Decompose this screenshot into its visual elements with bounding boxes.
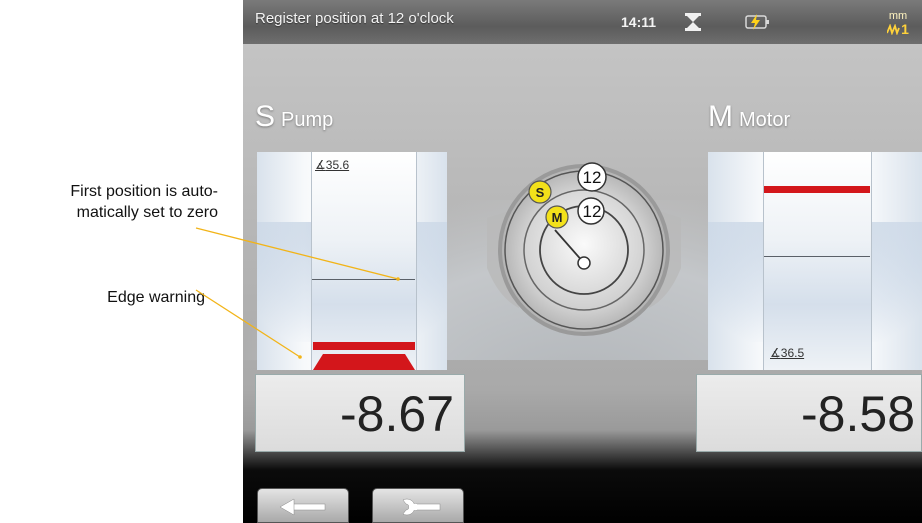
annotation-first-position-line1: First position is auto- xyxy=(70,183,218,200)
motor-letter: M xyxy=(708,100,733,133)
gauge-center-column xyxy=(763,152,872,370)
edge-warning-trapezoid xyxy=(313,354,415,370)
pump-label: S Pump xyxy=(255,100,333,134)
pump-gauge: ∡35.6 xyxy=(257,152,447,370)
wave-icon xyxy=(886,23,900,36)
s-marker: S xyxy=(536,185,545,200)
status-bar: Register position at 12 o'clock 14:11 mm… xyxy=(243,0,922,44)
annotation-first-position-line2: matically set to zero xyxy=(76,204,218,221)
pump-angle: ∡35.6 xyxy=(315,158,350,172)
hourglass-icon[interactable] xyxy=(683,12,703,37)
battery-charging-icon xyxy=(745,12,771,37)
dial-12-inner: 12 xyxy=(583,202,602,221)
motor-label: M Motor xyxy=(708,100,790,134)
dial-12-top: 12 xyxy=(583,168,602,187)
edge-warning-bar xyxy=(313,342,415,350)
tools-button[interactable] xyxy=(372,488,464,523)
device-screen: Register position at 12 o'clock 14:11 mm… xyxy=(243,0,922,523)
m-marker: M xyxy=(552,210,563,225)
pump-letter: S xyxy=(255,100,276,133)
screen-title: Register position at 12 o'clock xyxy=(255,10,454,27)
resolution-value: 1 xyxy=(901,21,909,37)
pump-angle-value: 35.6 xyxy=(325,158,350,172)
gauge-center-column xyxy=(311,152,417,370)
dial-markers: 12 12 S M xyxy=(528,162,607,229)
annotation-first-position: First position is auto- matically set to… xyxy=(0,181,218,223)
position-bar xyxy=(764,186,870,193)
back-button[interactable] xyxy=(257,488,349,523)
clock: 14:11 xyxy=(621,14,657,30)
motor-angle-value: 36.5 xyxy=(780,346,805,360)
motor-readout: -8.58 xyxy=(696,374,922,452)
zero-line xyxy=(312,279,415,280)
pump-readout: -8.67 xyxy=(255,374,465,452)
zero-line xyxy=(764,256,870,257)
unit-indicator[interactable]: mm 1 xyxy=(883,11,913,36)
annotation-edge-warning: Edge warning xyxy=(107,289,205,306)
pump-name: Pump xyxy=(281,109,334,131)
resolution-indicator: 1 xyxy=(883,22,913,36)
motor-gauge: ∡36.5 xyxy=(708,152,922,370)
motor-angle: ∡36.5 xyxy=(770,346,805,360)
motor-name: Motor xyxy=(739,109,791,131)
wrench-icon xyxy=(402,498,441,516)
arrow-left-icon xyxy=(279,498,326,516)
